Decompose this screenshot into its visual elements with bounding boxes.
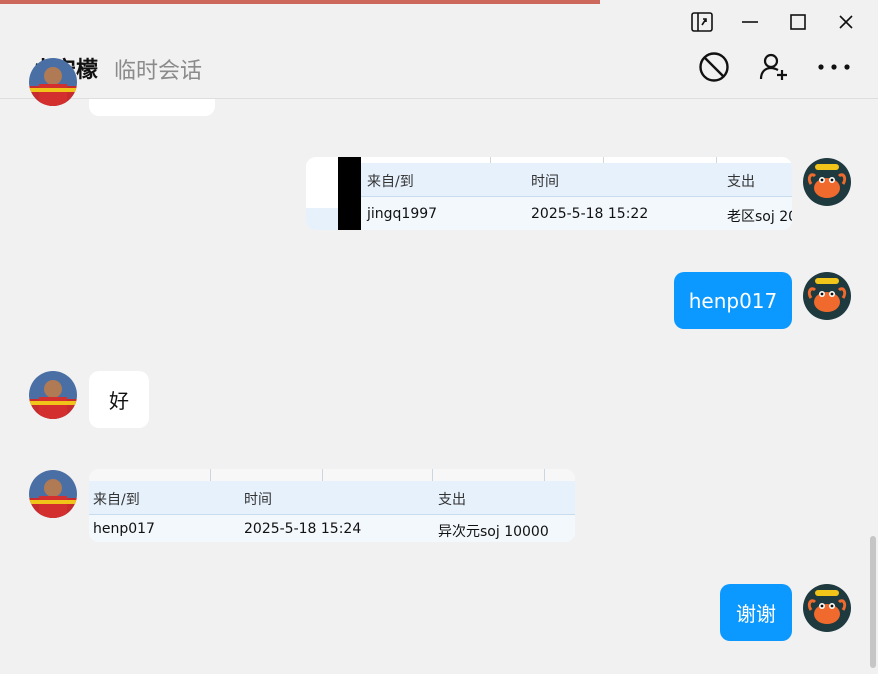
column-header: 时间 xyxy=(244,492,272,508)
self-avatar[interactable] xyxy=(803,272,851,320)
pin-window-icon[interactable] xyxy=(678,8,726,36)
self-avatar[interactable] xyxy=(803,158,851,206)
scrollbar-thumb[interactable] xyxy=(870,536,876,668)
close-icon[interactable] xyxy=(822,8,870,36)
message-text: henp017 xyxy=(688,288,778,313)
self-avatar[interactable] xyxy=(803,584,851,632)
table-cell: 2025-5-18 15:22 xyxy=(531,206,649,222)
column-header: 支出 xyxy=(727,174,755,190)
maximize-icon[interactable] xyxy=(774,8,822,36)
table-header: 来自/到 时间 支出 xyxy=(89,481,575,515)
redaction-bar xyxy=(338,157,361,230)
avatar[interactable] xyxy=(29,470,77,518)
table-cell: 异次元soj 10000 xyxy=(438,524,549,540)
table-cell: 老区soj 20 xyxy=(727,209,792,225)
table-cell: henp017 xyxy=(93,521,155,537)
column-header: 支出 xyxy=(438,492,466,508)
column-header: 来自/到 xyxy=(367,174,414,190)
block-icon[interactable] xyxy=(697,50,731,84)
minimize-icon[interactable] xyxy=(726,8,774,36)
chat-subtitle: 临时会话 xyxy=(114,59,203,84)
table-row: henp017 2025-5-18 15:24 异次元soj 10000 xyxy=(89,515,575,542)
avatar[interactable] xyxy=(29,58,77,106)
table-cell: 2025-5-18 15:24 xyxy=(244,521,362,537)
message-bubble-partial xyxy=(89,99,215,116)
avatar[interactable] xyxy=(29,371,77,419)
message-bubble-other: 好 xyxy=(89,371,149,428)
table-header: 来自/到 时间 支出 xyxy=(361,163,792,197)
chat-header: 小安檬 临时会话 xyxy=(0,36,878,99)
top-edge-strip xyxy=(0,0,600,4)
message-text: 谢谢 xyxy=(736,602,776,626)
message-text: 好 xyxy=(109,389,129,413)
table-row: jingq1997 2025-5-18 15:22 老区soj 20 xyxy=(361,197,792,230)
column-header: 时间 xyxy=(531,174,559,190)
message-bubble-self: henp017 xyxy=(674,272,792,329)
table-image-message[interactable]: 来自/到 时间 支出 jingq1997 2025-5-18 15:22 老区s… xyxy=(306,157,792,230)
column-header: 来自/到 xyxy=(93,492,140,508)
add-friend-icon[interactable] xyxy=(757,50,791,84)
table-cell: jingq1997 xyxy=(367,206,438,222)
window-controls xyxy=(678,8,870,36)
table-image-message[interactable]: 来自/到 时间 支出 henp017 2025-5-18 15:24 异次元so… xyxy=(89,469,575,542)
more-icon[interactable] xyxy=(817,50,851,84)
message-bubble-self: 谢谢 xyxy=(720,584,792,641)
